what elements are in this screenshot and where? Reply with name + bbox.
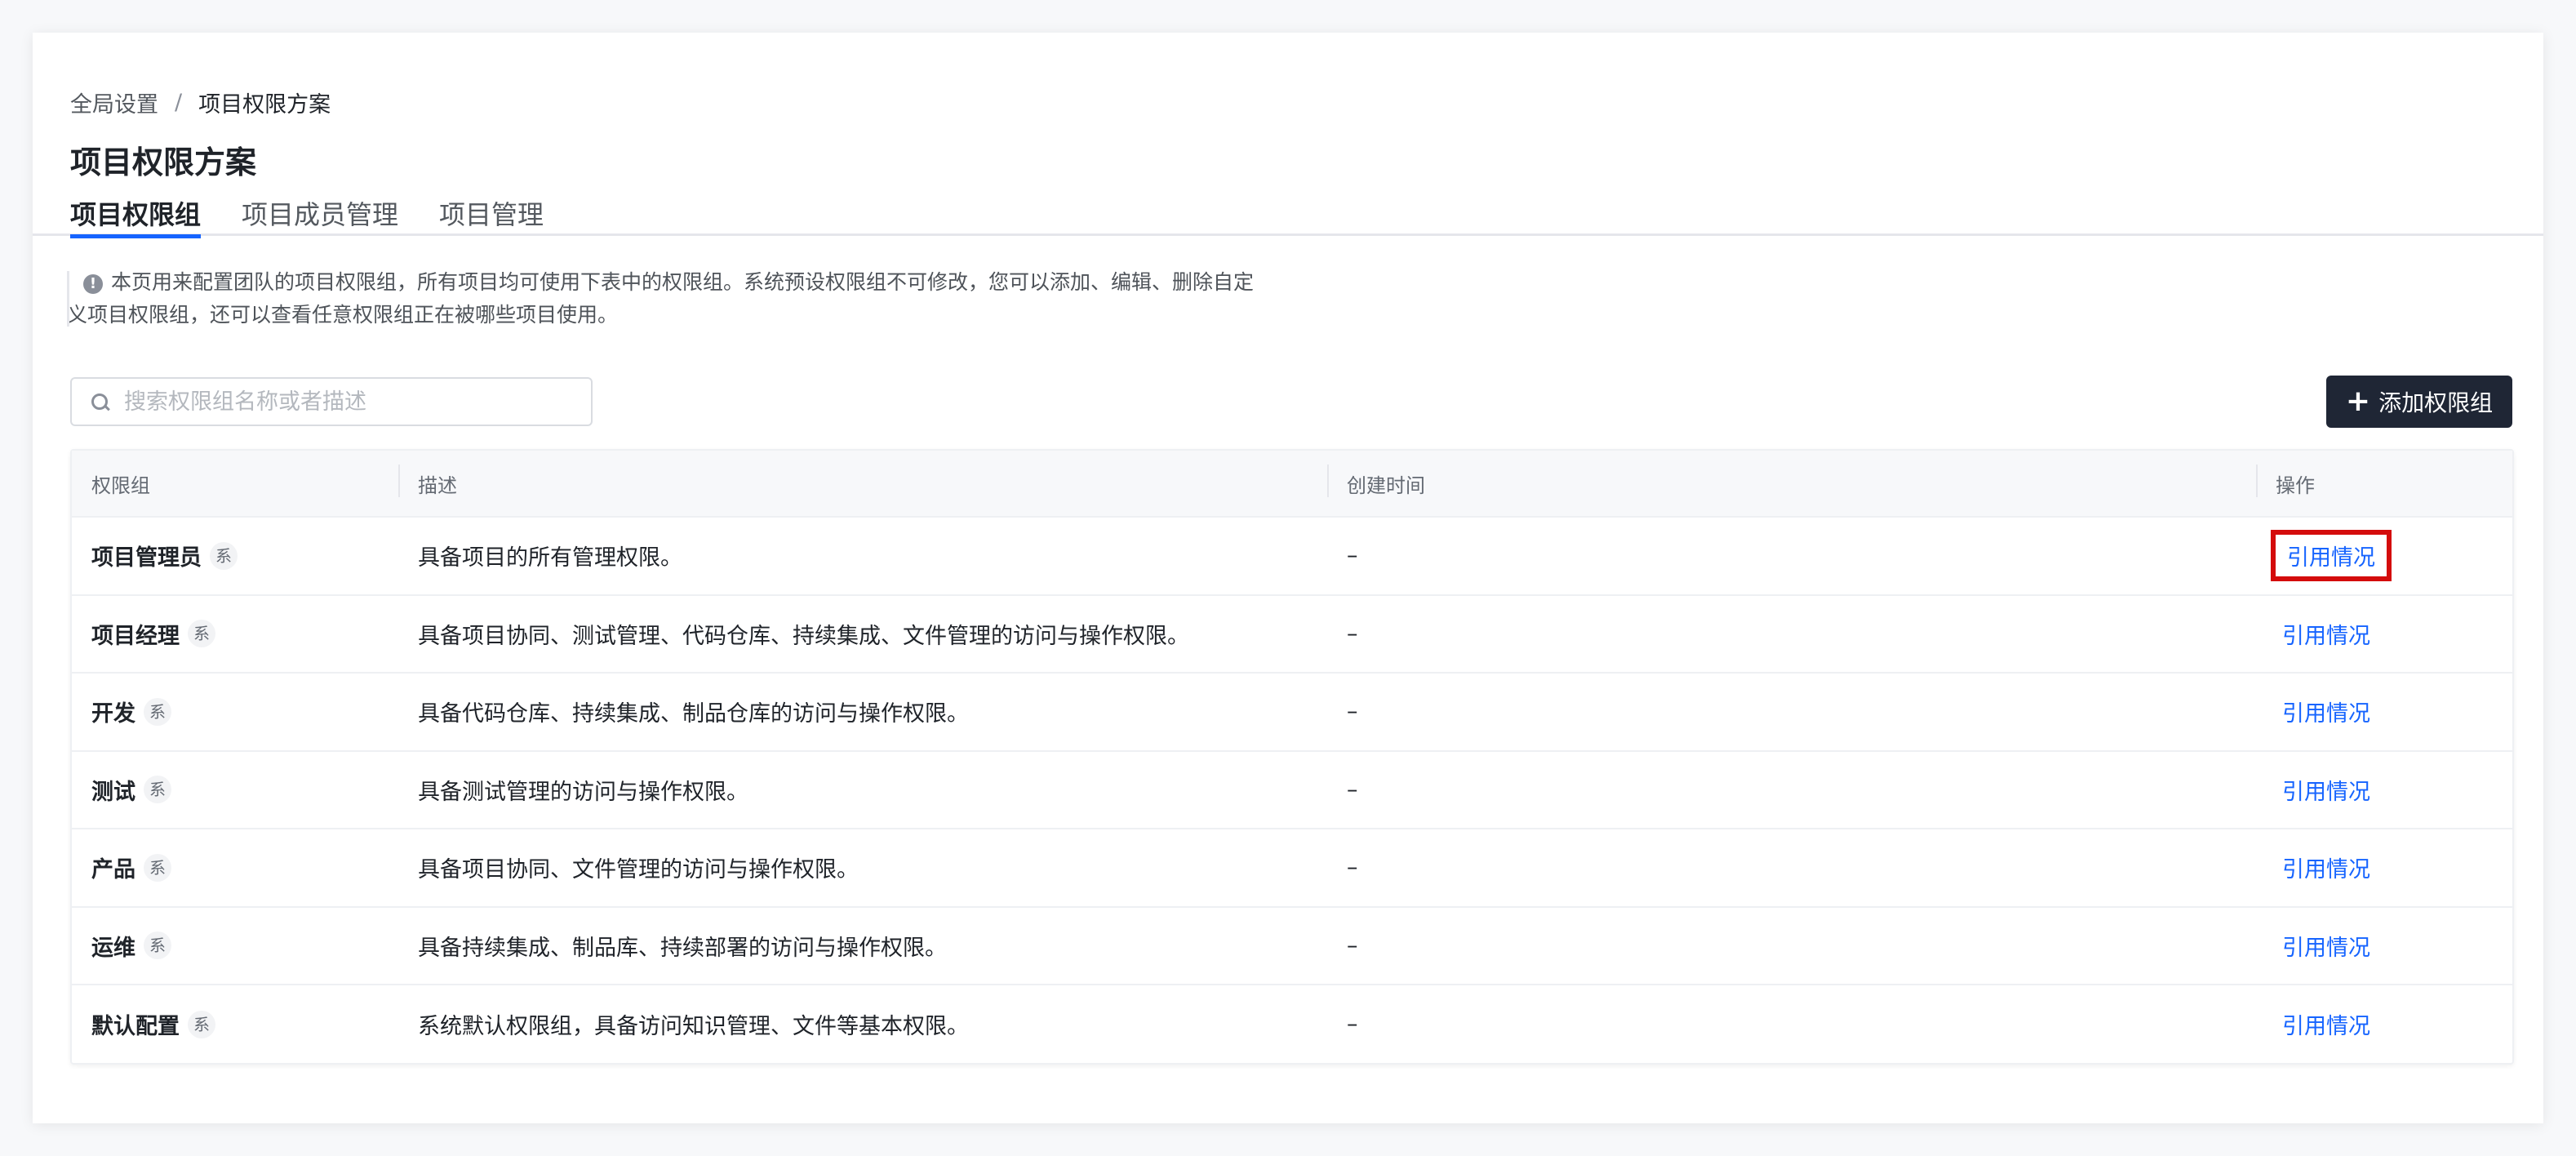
info-icon: !	[83, 274, 103, 294]
add-permission-group-button[interactable]: + 添加权限组	[2326, 376, 2512, 428]
references-link[interactable]: 引用情况	[2276, 847, 2377, 888]
group-name: 项目经理	[91, 623, 180, 649]
breadcrumb-separator: /	[175, 90, 183, 115]
header-description: 描述	[398, 464, 1327, 498]
created-time: –	[1347, 932, 1358, 958]
table-row: 默认配置系 系统默认权限组，具备访问知识管理、文件等基本权限。 – 引用情况	[72, 985, 2512, 1064]
permission-groups-table: 权限组 描述 创建时间 操作 项目管理员系 具备项目的所有管理权限。 – 引用情…	[70, 449, 2514, 1065]
group-name: 开发	[91, 701, 135, 727]
system-badge: 系	[144, 697, 171, 726]
group-description: 具备代码仓库、持续集成、制品仓库的访问与操作权限。	[418, 701, 969, 727]
main-card: 全局设置 / 项目权限方案 项目权限方案 项目权限组 项目成员管理 项目管理 !…	[33, 33, 2543, 1123]
group-description: 具备项目的所有管理权限。	[418, 545, 682, 571]
system-badge: 系	[188, 1010, 215, 1038]
header-actions: 操作	[2256, 464, 2512, 498]
table-header: 权限组 描述 创建时间 操作	[72, 451, 2512, 518]
group-description: 具备测试管理的访问与操作权限。	[418, 779, 748, 805]
tab-project-member-management[interactable]: 项目成员管理	[242, 194, 398, 233]
page-title: 项目权限方案	[70, 144, 257, 180]
table-row: 项目管理员系 具备项目的所有管理权限。 – 引用情况	[72, 518, 2512, 596]
references-link[interactable]: 引用情况	[2276, 613, 2377, 655]
table-row: 运维系 具备持续集成、制品库、持续部署的访问与操作权限。 – 引用情况	[72, 908, 2512, 985]
tab-project-permission-groups[interactable]: 项目权限组	[70, 194, 202, 238]
group-description: 系统默认权限组，具备访问知识管理、文件等基本权限。	[418, 1014, 969, 1040]
references-link[interactable]: 引用情况	[2276, 925, 2377, 967]
references-link[interactable]: 引用情况	[2276, 769, 2377, 811]
search-icon	[91, 393, 110, 411]
search-box[interactable]	[70, 377, 593, 426]
system-badge: 系	[144, 776, 171, 804]
group-description: 具备项目协同、文件管理的访问与操作权限。	[418, 857, 859, 883]
group-name: 产品	[91, 857, 135, 883]
created-time: –	[1347, 699, 1358, 725]
references-link[interactable]: 引用情况	[2271, 530, 2392, 582]
group-description: 具备项目协同、测试管理、代码仓库、持续集成、文件管理的访问与操作权限。	[418, 623, 1189, 649]
references-link[interactable]: 引用情况	[2276, 1003, 2377, 1045]
header-permission-group: 权限组	[91, 474, 150, 497]
created-time: –	[1347, 1012, 1358, 1038]
table-row: 开发系 具备代码仓库、持续集成、制品仓库的访问与操作权限。 – 引用情况	[72, 674, 2512, 752]
system-badge: 系	[144, 931, 171, 960]
breadcrumb-root[interactable]: 全局设置	[70, 87, 158, 118]
breadcrumb: 全局设置 / 项目权限方案	[70, 87, 331, 118]
tab-bar: 项目权限组 项目成员管理 项目管理	[70, 194, 584, 238]
page-header: 全局设置 / 项目权限方案 项目权限方案 项目权限组 项目成员管理 项目管理	[33, 33, 2543, 238]
group-name: 测试	[91, 779, 135, 805]
table-row: 测试系 具备测试管理的访问与操作权限。 – 引用情况	[72, 752, 2512, 829]
notice-text-line2: 义项目权限组，还可以查看任意权限组正在被哪些项目使用。	[67, 303, 619, 327]
group-description: 具备持续集成、制品库、持续部署的访问与操作权限。	[418, 935, 947, 961]
created-time: –	[1347, 543, 1358, 569]
table-row: 产品系 具备项目协同、文件管理的访问与操作权限。 – 引用情况	[72, 829, 2512, 908]
info-notice: ! 本页用来配置团队的项目权限组，所有项目均可使用下表中的权限组。系统预设权限组不…	[67, 266, 1357, 331]
add-button-label: 添加权限组	[2378, 389, 2494, 416]
group-name: 运维	[91, 935, 135, 961]
group-name: 默认配置	[91, 1014, 180, 1040]
header-created-time: 创建时间	[1327, 464, 2256, 498]
plus-icon: +	[2345, 385, 2371, 418]
system-badge: 系	[188, 620, 215, 648]
system-badge: 系	[210, 541, 238, 570]
notice-text-line1: 本页用来配置团队的项目权限组，所有项目均可使用下表中的权限组。系统预设权限组不可…	[111, 270, 1255, 294]
tab-project-management[interactable]: 项目管理	[439, 194, 544, 233]
system-badge: 系	[144, 853, 171, 882]
table-row: 项目经理系 具备项目协同、测试管理、代码仓库、持续集成、文件管理的访问与操作权限…	[72, 596, 2512, 674]
breadcrumb-current: 项目权限方案	[198, 92, 331, 118]
created-time: –	[1347, 855, 1358, 881]
references-link[interactable]: 引用情况	[2276, 691, 2377, 732]
created-time: –	[1347, 776, 1358, 803]
search-input[interactable]	[122, 388, 566, 416]
group-name: 项目管理员	[91, 545, 202, 571]
created-time: –	[1347, 620, 1358, 647]
